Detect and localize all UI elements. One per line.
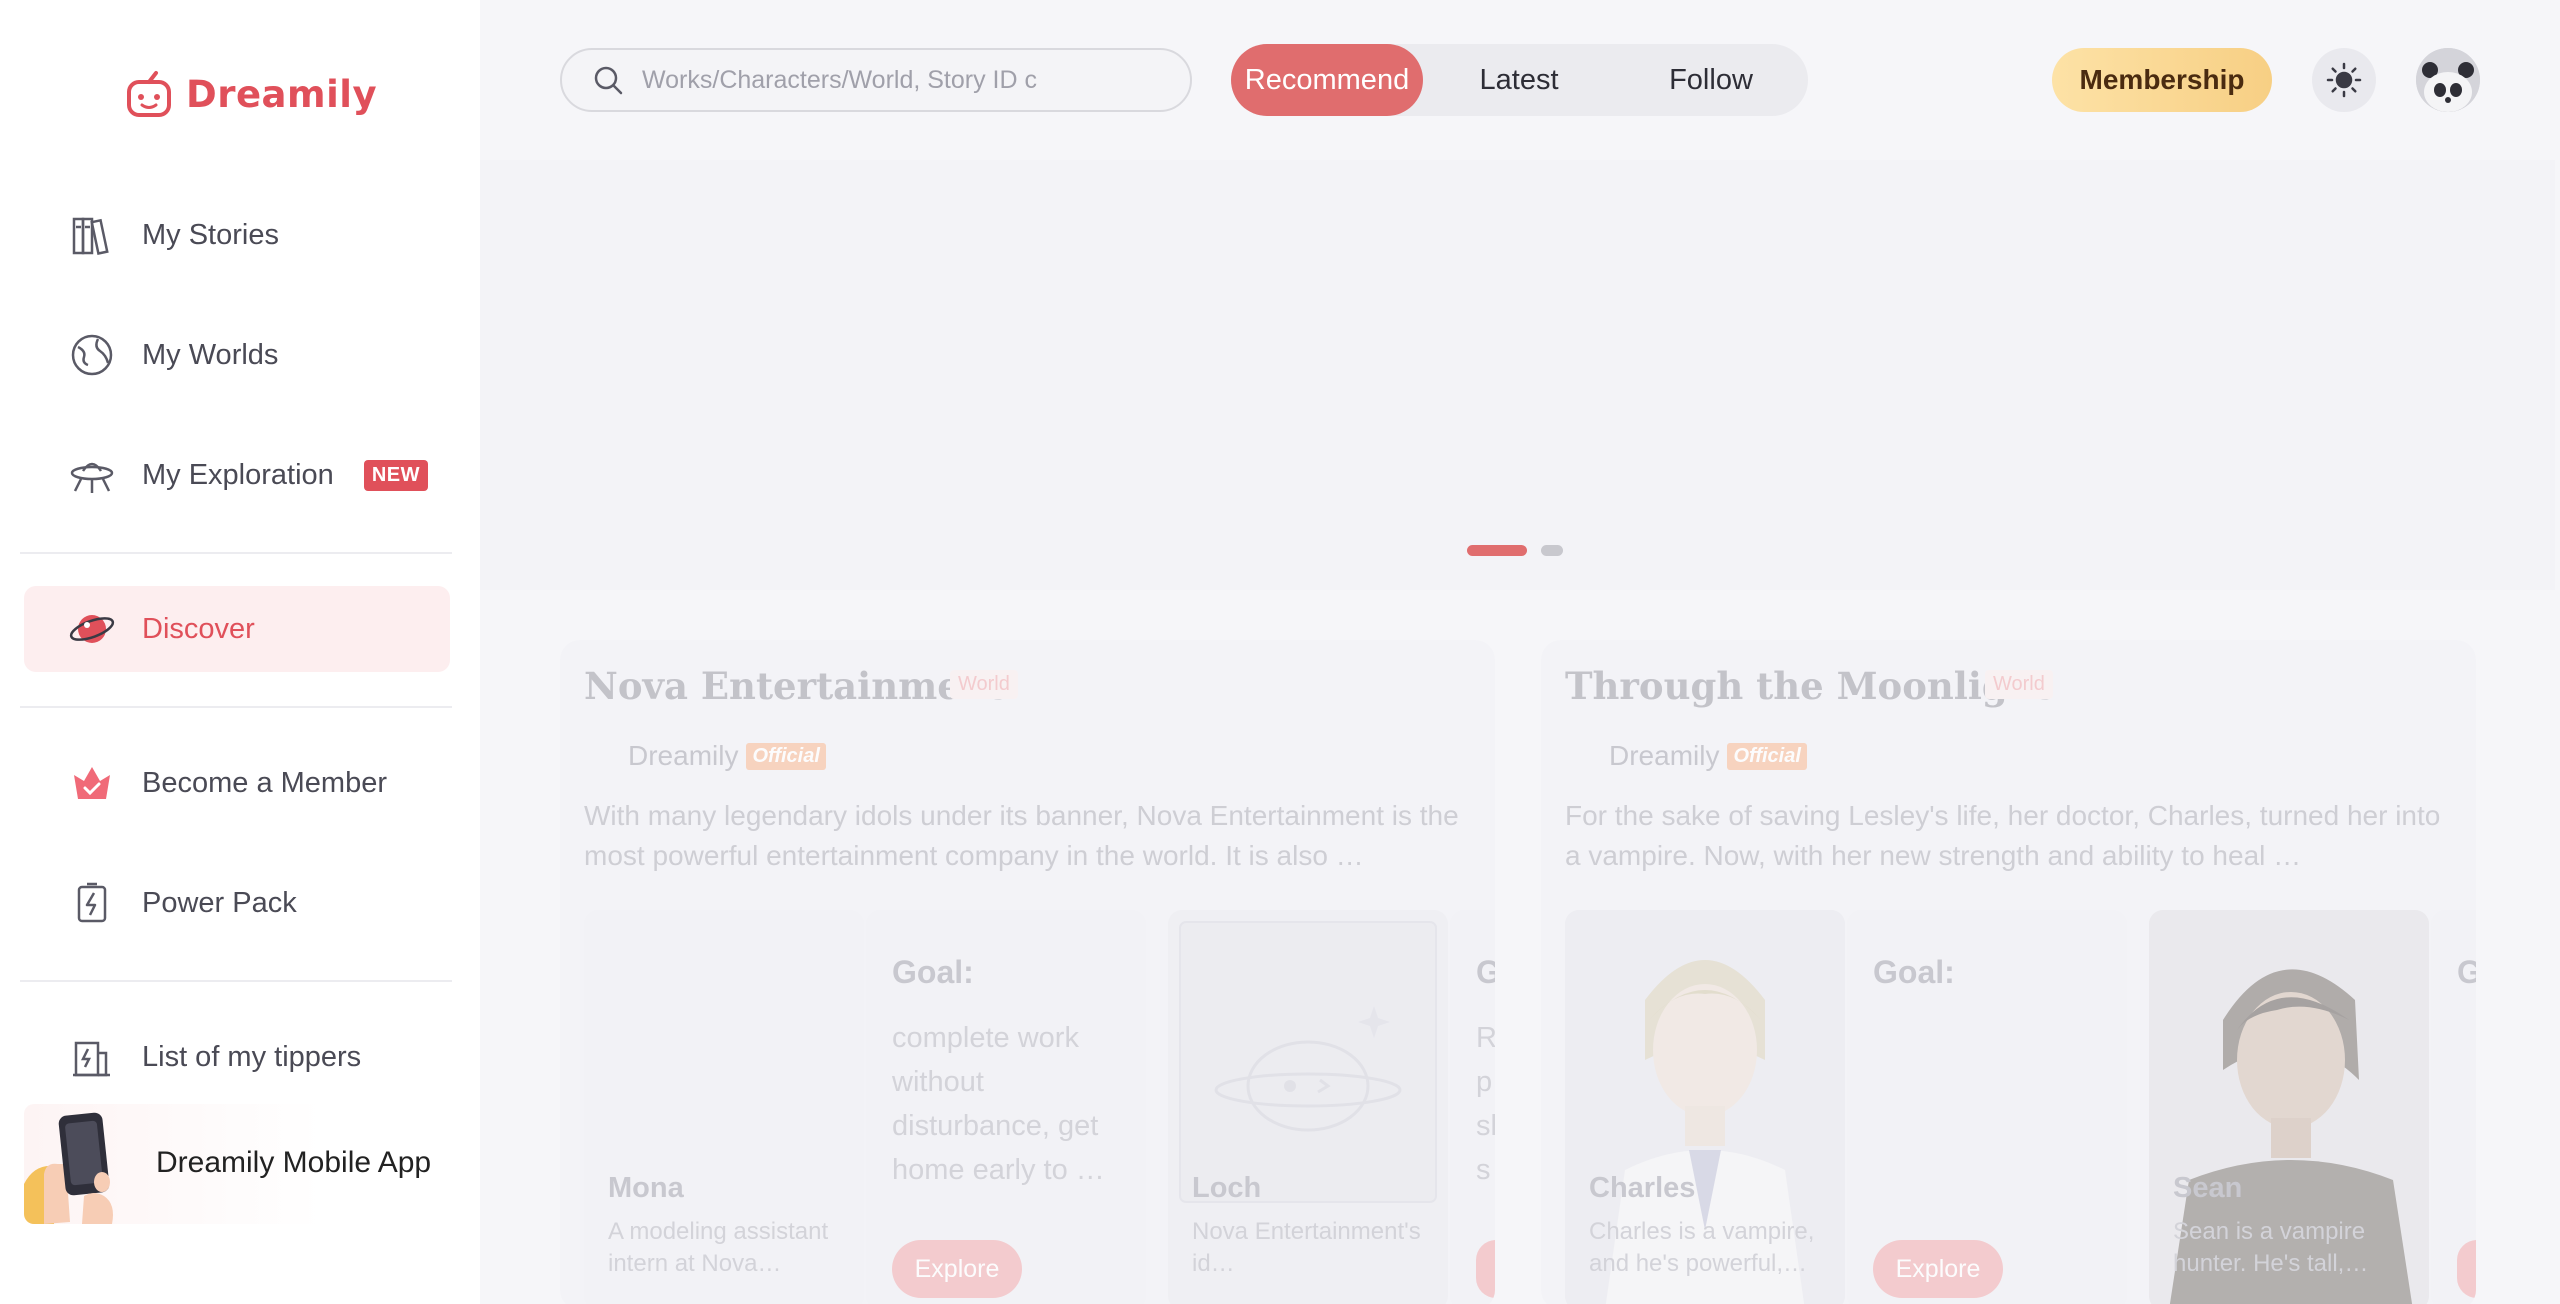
character-name: Mona: [608, 1172, 684, 1204]
search-box[interactable]: [560, 48, 1192, 112]
explore-button[interactable]: Explore: [892, 1240, 1022, 1298]
new-badge: NEW: [363, 459, 428, 491]
tab-follow[interactable]: Follow: [1615, 44, 1807, 116]
crown-icon: [68, 759, 116, 807]
character-card[interactable]: Charles Charles is a vampire, and he's p…: [1565, 910, 1845, 1304]
goal-card: Goal: complete work without disturbance,…: [866, 910, 1146, 1304]
mobile-app-banner[interactable]: Dreamily Mobile App: [24, 1104, 450, 1224]
carousel-dot-active[interactable]: [1467, 545, 1527, 556]
sidebar: Dreamily My Stories My Worlds My Explora…: [0, 0, 480, 1304]
app-banner-label: Dreamily Mobile App: [156, 1146, 432, 1179]
character-description: Sean is a vampire hunter. He's tall,…: [2173, 1218, 2369, 1277]
character-name: Sean: [2173, 1172, 2243, 1204]
world-title: Through the Moonlight: [1565, 664, 2052, 708]
official-badge: Official: [1727, 742, 1807, 770]
sidebar-item-discover[interactable]: Discover: [24, 586, 450, 672]
panda-avatar-icon: [2416, 48, 2480, 112]
carousel-indicator: [1467, 545, 1563, 556]
goal-text: complete work without disturbance, get h…: [892, 1022, 1105, 1186]
search-input[interactable]: [642, 65, 1042, 95]
planet-icon: [68, 605, 116, 653]
goal-card: G R p sl s: [1450, 910, 1495, 1304]
sidebar-item-my-exploration[interactable]: My Exploration NEW: [24, 432, 450, 518]
sidebar-item-my-worlds[interactable]: My Worlds: [24, 312, 450, 398]
sun-icon: [2326, 62, 2362, 98]
world-description: For the sake of saving Lesley's life, he…: [1565, 800, 2441, 871]
sidebar-item-power-pack[interactable]: Power Pack: [24, 860, 450, 946]
sidebar-item-label: Power Pack: [142, 886, 297, 919]
character-card[interactable]: Mona A modeling assistant intern at Nova…: [584, 910, 864, 1304]
sidebar-divider: [20, 552, 452, 554]
world-card[interactable]: Nova Entertainment World Dreamily Offici…: [560, 640, 1495, 1304]
goal-title: G: [1476, 954, 1495, 990]
sidebar-item-label: My Worlds: [142, 338, 279, 371]
official-badge: Official: [746, 742, 826, 770]
character-name: Loch: [1192, 1172, 1262, 1204]
theme-toggle-button[interactable]: [2312, 48, 2376, 112]
world-title: Nova Entertainment: [584, 664, 1005, 708]
world-card[interactable]: Through the Moonlight World Dreamily Off…: [1541, 640, 2476, 1304]
brand-name: Dreamily: [186, 72, 378, 116]
character-description: Nova Entertainment's id…: [1192, 1218, 1421, 1277]
character-card[interactable]: Loch Nova Entertainment's id…: [1168, 910, 1448, 1304]
sidebar-item-label: Discover: [142, 612, 255, 645]
sidebar-item-my-stories[interactable]: My Stories: [24, 192, 450, 278]
feed-tabs: Recommend Latest Follow: [1231, 44, 1808, 116]
goal-card: G: [2431, 910, 2476, 1304]
world-author[interactable]: Dreamily Official: [1609, 740, 1807, 772]
explore-button[interactable]: Explore: [1873, 1240, 2003, 1298]
goal-card: Goal: Explore: [1847, 910, 2127, 1304]
world-tag: World: [1985, 670, 2053, 699]
world-description: With many legendary idols under its bann…: [584, 800, 1459, 871]
sidebar-item-become-member[interactable]: Become a Member: [24, 740, 450, 826]
goal-text: [2457, 1016, 2476, 1196]
hero-banner[interactable]: [480, 160, 2555, 590]
sidebar-item-label: List of my tippers: [142, 1040, 362, 1073]
tip-jar-icon: [68, 1033, 116, 1081]
ufo-icon: [68, 451, 116, 499]
world-author[interactable]: Dreamily Official: [628, 740, 826, 772]
sidebar-item-tippers[interactable]: List of my tippers: [24, 1014, 450, 1100]
goal-text: [1873, 1016, 2113, 1196]
logo[interactable]: Dreamily: [126, 70, 377, 118]
phone-in-hand-icon: [24, 1112, 113, 1224]
battery-icon: [68, 879, 116, 927]
sidebar-divider: [20, 980, 452, 982]
character-placeholder-image: [1179, 921, 1437, 1203]
robot-logo-icon: [127, 71, 171, 117]
author-name: Dreamily: [1609, 740, 1720, 771]
character-description: A modeling assistant intern at Nova…: [608, 1218, 829, 1277]
tab-recommend[interactable]: Recommend: [1231, 44, 1423, 116]
author-name: Dreamily: [628, 740, 739, 771]
explore-button[interactable]: [2457, 1240, 2476, 1298]
character-description: Charles is a vampire, and he's powerful,…: [1589, 1218, 1815, 1277]
world-tag: World: [950, 670, 1018, 699]
character-name: Charles: [1589, 1172, 1696, 1204]
sidebar-item-label: My Exploration: [142, 458, 334, 491]
membership-button[interactable]: Membership: [2052, 48, 2272, 112]
goal-title: Goal:: [1873, 954, 1955, 990]
globe-icon: [68, 331, 116, 379]
sidebar-item-label: Become a Member: [142, 766, 387, 799]
search-icon: [594, 66, 623, 95]
goal-title: G: [2457, 954, 2476, 990]
character-card[interactable]: Sean Sean is a vampire hunter. He's tall…: [2149, 910, 2429, 1304]
goal-text: R p sl s: [1476, 1022, 1495, 1186]
goal-title: Goal:: [892, 954, 974, 990]
sidebar-item-label: My Stories: [142, 218, 279, 251]
explore-button[interactable]: [1476, 1240, 1495, 1298]
tab-latest[interactable]: Latest: [1423, 44, 1615, 116]
user-avatar[interactable]: [2416, 48, 2480, 112]
books-icon: [68, 211, 116, 259]
carousel-dot[interactable]: [1541, 545, 1563, 556]
sidebar-divider: [20, 706, 452, 708]
